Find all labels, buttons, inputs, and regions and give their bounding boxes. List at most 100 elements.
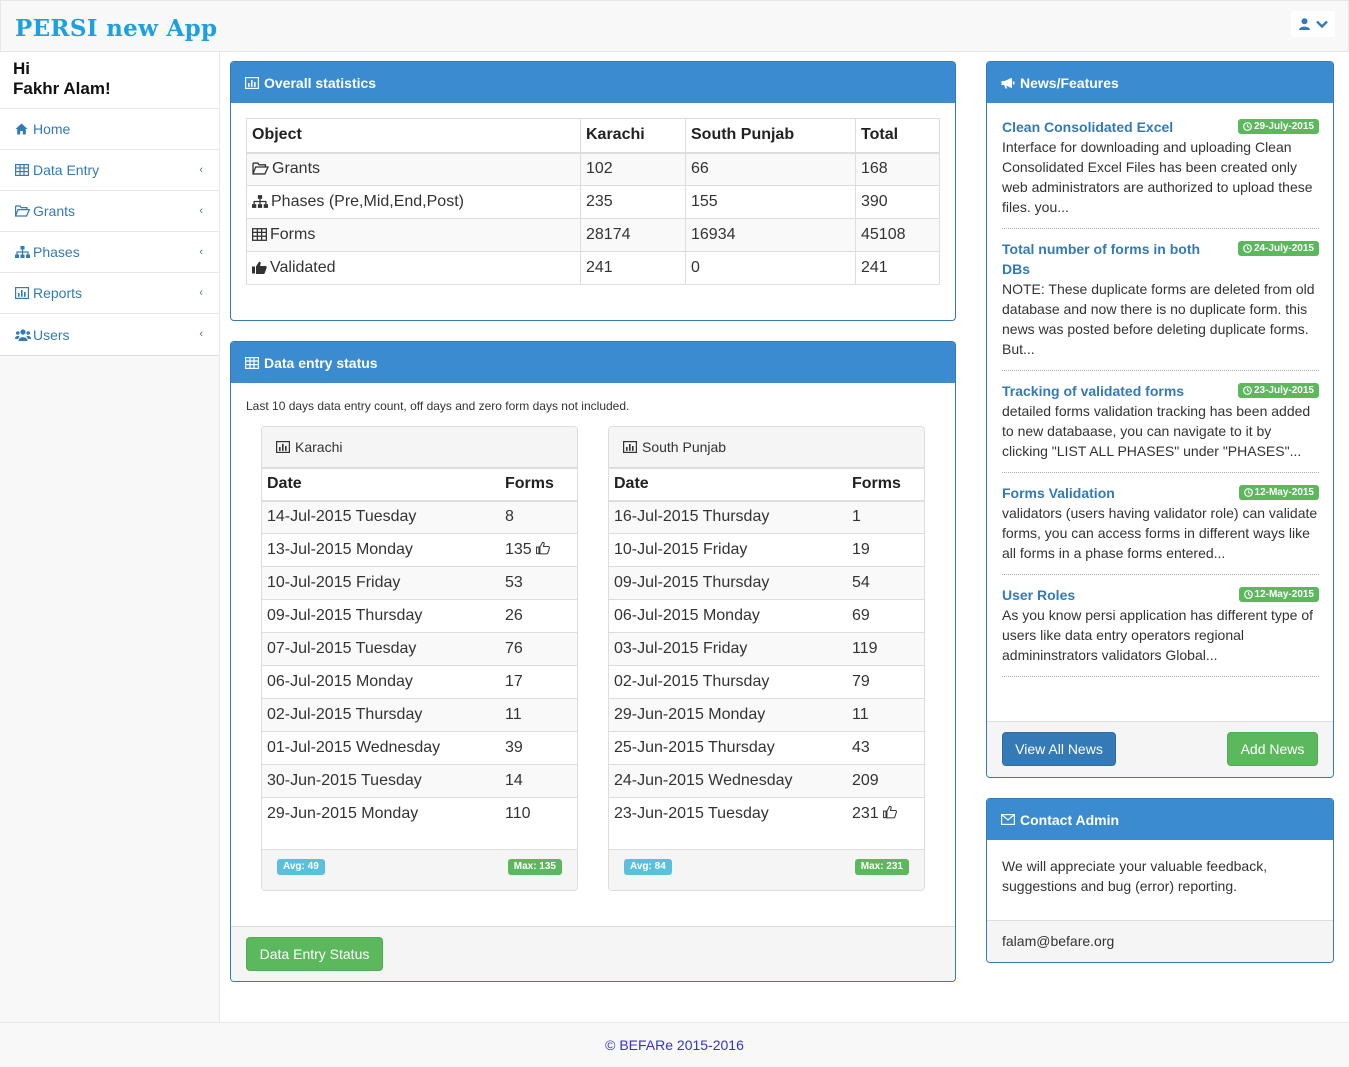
table-cell: 16934 [685, 218, 856, 252]
news-title-link[interactable]: Total number of forms in both DBs [1002, 239, 1228, 279]
sidebar-item-phases[interactable]: Phases ‹ [0, 232, 219, 273]
envelope-icon [1001, 814, 1015, 825]
table-row: Validated 241 0 241 [246, 251, 940, 285]
table-cell: 390 [855, 185, 940, 219]
sub-panel-title: Karachi [295, 439, 343, 455]
news-body: Interface for downloading and uploading … [1002, 139, 1313, 215]
add-news-button[interactable]: Add News [1227, 732, 1318, 766]
table-icon [245, 356, 259, 369]
sub-panel-footer: Avg: 84 Max: 231 [609, 849, 924, 890]
avg-badge: Avg: 84 [624, 859, 672, 875]
sidebar-item-reports[interactable]: Reports ‹ [0, 273, 219, 314]
row-label-cell: Grants [246, 152, 581, 186]
avg-badge: Avg: 49 [277, 859, 325, 875]
news-body: detailed forms validation tracking has b… [1002, 403, 1311, 459]
news-title-link[interactable]: Tracking of validated forms [1002, 381, 1228, 401]
table-row: 03-Jul-2015 Friday 119 [609, 632, 924, 666]
date-cell: 10-Jul-2015 Friday [262, 566, 500, 600]
news-list: Clean Consolidated Excel 29-July-2015 In… [1002, 117, 1319, 687]
data-entry-status-panel: Data entry status Last 10 days data entr… [230, 341, 956, 982]
max-badge: Max: 231 [854, 859, 909, 875]
sidebar-item-label: Reports [33, 285, 83, 301]
max-badge: Max: 135 [507, 859, 562, 875]
date-cell: 10-Jul-2015 Friday [609, 533, 847, 567]
table-row: 01-Jul-2015 Wednesday 39 [262, 731, 577, 765]
panel-footer: View All News Add News [987, 721, 1333, 777]
column-header: Object [246, 118, 581, 154]
table-row: 09-Jul-2015 Thursday 54 [609, 566, 924, 600]
news-date-badge: 23-July-2015 [1237, 383, 1319, 398]
home-icon [15, 123, 33, 135]
forms-cell-max: 135 [500, 533, 577, 567]
table-cell: 155 [685, 185, 856, 219]
news-title-link[interactable]: User Roles [1002, 585, 1228, 605]
date-cell: 06-Jul-2015 Monday [609, 599, 847, 633]
view-all-news-button[interactable]: View All News [1002, 732, 1116, 766]
table-row: 13-Jul-2015 Monday 135 [262, 533, 577, 567]
contact-email[interactable]: falam@befare.org [987, 920, 1333, 962]
sub-panel-title: South Punjab [642, 439, 727, 455]
date-cell: 03-Jul-2015 Friday [609, 632, 847, 666]
date-cell: 09-Jul-2015 Thursday [609, 566, 847, 600]
sidebar-item-grants[interactable]: Grants ‹ [0, 191, 219, 232]
karachi-data-panel: Karachi Date Forms 14-Jul-2015 Tuesday 8 … [261, 426, 578, 891]
panel-title: Data entry status [264, 354, 378, 371]
table-row: 30-Jun-2015 Tuesday 14 [262, 764, 577, 798]
sidebar-item-home[interactable]: Home [0, 109, 219, 150]
top-navbar: PERSI new App [0, 0, 1349, 52]
thumbs-up-outline-icon [536, 541, 551, 555]
date-cell: 09-Jul-2015 Thursday [262, 599, 500, 633]
panel-footer: Data Entry Status [231, 926, 955, 981]
sitemap-icon [252, 195, 268, 208]
table-row: 29-Jun-2015 Monday 11 [609, 698, 924, 732]
forms-cell: 14 [500, 764, 577, 798]
sidebar-item-label: Users [33, 326, 70, 343]
karachi-forms-table: Date Forms 14-Jul-2015 Tuesday 8 13-Jul-2… [262, 468, 577, 831]
sidebar-item-users[interactable]: Users ‹ [0, 314, 219, 355]
forms-cell: 110 [500, 797, 577, 831]
app-title[interactable]: PERSI new App [15, 15, 217, 42]
thumbs-up-icon [252, 261, 267, 274]
forms-cell: 209 [847, 764, 924, 798]
page-footer: © BEFARe 2015-2016 [0, 1022, 1349, 1067]
table-cell: 241 [580, 251, 686, 285]
forms-cell: 1 [847, 500, 924, 534]
panel-heading: Contact Admin [987, 799, 1333, 840]
row-label-cell: Phases (Pre,Mid,End,Post) [246, 185, 581, 219]
overall-statistics-panel: Overall statistics Object Karachi South … [230, 61, 956, 321]
date-cell: 16-Jul-2015 Thursday [609, 500, 847, 534]
news-title-link[interactable]: Forms Validation [1002, 483, 1228, 503]
copyright-text: © BEFARe 2015-2016 [605, 1037, 744, 1053]
forms-cell: 39 [500, 731, 577, 765]
folder-open-icon [252, 162, 269, 175]
sub-panel-footer: Avg: 49 Max: 135 [262, 849, 577, 890]
news-title-link[interactable]: Clean Consolidated Excel [1002, 117, 1228, 137]
bar-chart-icon [623, 441, 637, 453]
date-cell: 02-Jul-2015 Thursday [262, 698, 500, 732]
greeting-text: Hi [13, 59, 30, 78]
table-header-row: Object Karachi South Punjab Total [246, 118, 940, 154]
sidebar-item-label: Grants [33, 203, 76, 219]
data-entry-status-button[interactable]: Data Entry Status [246, 937, 383, 971]
date-cell: 02-Jul-2015 Thursday [609, 665, 847, 699]
table-row: 09-Jul-2015 Thursday 26 [262, 599, 577, 633]
date-cell: 13-Jul-2015 Monday [262, 533, 500, 567]
sidebar-item-data-entry[interactable]: Data Entry ‹ [0, 150, 219, 191]
forms-value: 135 [505, 541, 532, 558]
news-date: 23-July-2015 [1253, 385, 1314, 396]
thumbs-up-outline-icon [883, 806, 898, 819]
table-row: 23-Jun-2015 Tuesday 231 [609, 797, 924, 831]
table-row: 16-Jul-2015 Thursday 1 [609, 500, 924, 534]
date-cell: 24-Jun-2015 Wednesday [609, 764, 847, 798]
sidebar-item-label: Phases [33, 244, 80, 260]
user-menu-button[interactable] [1291, 11, 1335, 37]
column-header: Total [855, 118, 940, 154]
bar-chart-icon [15, 287, 33, 299]
chevron-left-icon: ‹ [199, 287, 203, 299]
news-date: 24-July-2015 [1253, 243, 1314, 254]
date-cell: 25-Jun-2015 Thursday [609, 731, 847, 765]
news-item: Clean Consolidated Excel 29-July-2015 In… [1002, 117, 1319, 229]
user-name: Fakhr Alam! [13, 79, 111, 98]
panel-heading: News/Features [987, 62, 1333, 103]
table-row: 02-Jul-2015 Thursday 79 [609, 665, 924, 699]
